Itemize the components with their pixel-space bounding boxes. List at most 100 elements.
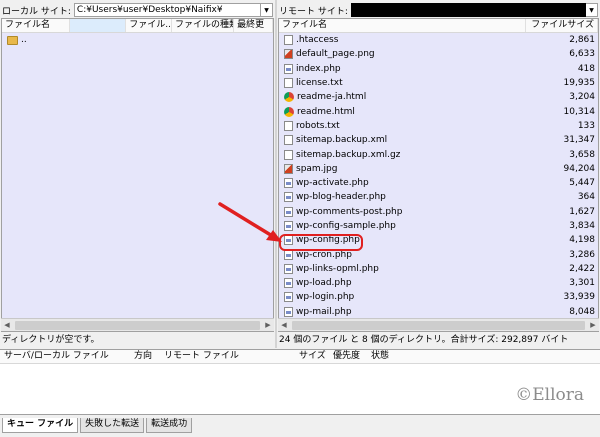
queue-tabs: キュー ファイル 失敗した転送 転送成功 (2, 418, 194, 433)
local-col-filename[interactable]: ファイル名 (2, 19, 70, 32)
remote-file-row[interactable]: readme.html 10,314 (279, 104, 598, 118)
php-icon (284, 249, 293, 260)
local-path-input[interactable]: C:¥Users¥user¥Desktop¥Naifix¥ (73, 3, 261, 17)
remote-file-name: wp-comments-post.php (279, 206, 526, 217)
php-icon (284, 178, 293, 189)
queue-col-direction[interactable]: 方向 (130, 350, 160, 363)
local-col-filesize[interactable]: ファイル... (126, 19, 172, 32)
remote-site-bar: リモート サイト: ▼ (279, 3, 598, 17)
remote-file-size: 2,861 (569, 35, 595, 46)
remote-file-row[interactable]: wp-mail.php 8,048 (279, 305, 598, 319)
remote-site-label: リモート サイト: (279, 6, 348, 17)
remote-file-label: wp-blog-header.php (296, 192, 386, 203)
queue-col-size[interactable]: サイズ (295, 350, 329, 363)
remote-file-label: default_page.png (296, 49, 375, 60)
doc-icon (284, 35, 293, 46)
remote-file-row[interactable]: wp-login.php 33,939 (279, 290, 598, 304)
doc-icon (284, 78, 293, 89)
remote-file-name: wp-links-opml.php (279, 263, 526, 274)
remote-file-name: wp-config-sample.php (279, 221, 526, 231)
remote-path-input[interactable] (350, 3, 586, 17)
local-list-header: ファイル名 ファイル... ファイルの種類 最終更 (2, 19, 273, 33)
remote-file-size: 4,198 (569, 235, 595, 246)
local-status: ディレクトリが空です。 (2, 335, 100, 345)
remote-file-label: wp-login.php (296, 292, 355, 303)
remote-file-list[interactable]: ファイル名 ファイルサイズ .htaccess 2,861 default_page… (278, 18, 599, 332)
remote-file-row[interactable]: sitemap.backup.xml.gz 3,658 (279, 147, 598, 161)
chevron-down-icon[interactable]: ▼ (586, 3, 598, 17)
queue-col-priority[interactable]: 優先度 (329, 350, 367, 363)
remote-file-row[interactable]: wp-load.php 3,301 (279, 276, 598, 290)
remote-file-size: 1,627 (569, 206, 595, 217)
remote-file-row[interactable]: wp-activate.php 5,447 (279, 176, 598, 190)
remote-list-header: ファイル名 ファイルサイズ (279, 19, 598, 33)
remote-file-label: wp-links-opml.php (296, 263, 379, 274)
scroll-right-icon[interactable]: ▶ (262, 321, 274, 329)
remote-file-row[interactable]: index.php 418 (279, 62, 598, 76)
chevron-down-icon[interactable]: ▼ (261, 3, 273, 17)
remote-file-size: 6,633 (569, 49, 595, 60)
red-arrow-annotation (218, 202, 282, 242)
local-col-blank[interactable] (69, 19, 127, 32)
remote-file-row[interactable]: wp-config-sample.php 3,834 (279, 219, 598, 233)
remote-hscrollbar[interactable]: ◀ ▶ (278, 318, 599, 331)
scroll-left-icon[interactable]: ◀ (278, 321, 290, 329)
remote-file-size: 10,314 (563, 106, 596, 117)
queue-col-remote-file[interactable]: リモート ファイル (160, 350, 295, 363)
remote-file-size: 33,939 (563, 292, 596, 303)
tab-failed-transfers[interactable]: 失敗した転送 (80, 418, 145, 433)
local-pane: ローカル サイト: C:¥Users¥user¥Desktop¥Naifix¥ … (0, 0, 275, 348)
remote-file-row[interactable]: sitemap.backup.xml 31,347 (279, 133, 598, 147)
remote-file-row[interactable]: robots.txt 133 (279, 119, 598, 133)
local-col-modified[interactable]: 最終更 (234, 19, 273, 32)
doc-icon (284, 149, 293, 160)
remote-file-label: wp-config-sample.php (296, 221, 396, 231)
tab-successful-transfers[interactable]: 転送成功 (146, 418, 193, 433)
remote-pane: リモート サイト: ▼ ファイル名 ファイルサイズ .htaccess 2,861… (277, 0, 600, 348)
remote-file-row[interactable]: wp-comments-post.php 1,627 (279, 205, 598, 219)
remote-file-size: 2,422 (569, 263, 595, 274)
php-icon (284, 306, 293, 317)
remote-file-row[interactable]: wp-links-opml.php 2,422 (279, 262, 598, 276)
scroll-right-icon[interactable]: ▶ (587, 321, 599, 329)
remote-file-size: 8,048 (569, 306, 595, 317)
scroll-thumb[interactable] (15, 320, 260, 330)
chrome-icon (284, 106, 294, 117)
remote-file-row[interactable]: readme-ja.html 3,204 (279, 90, 598, 104)
remote-file-name: wp-login.php (279, 292, 526, 303)
remote-file-size: 3,658 (569, 149, 595, 160)
php-icon (284, 278, 293, 289)
remote-file-label: index.php (296, 63, 341, 74)
remote-file-size: 133 (577, 120, 595, 131)
image-icon (284, 49, 293, 60)
local-col-filetype[interactable]: ファイルの種類 (172, 19, 235, 32)
php-icon (284, 63, 293, 74)
remote-file-name: robots.txt (279, 120, 526, 131)
local-hscrollbar[interactable]: ◀ ▶ (1, 318, 274, 331)
remote-file-row[interactable]: wp-blog-header.php 364 (279, 190, 598, 204)
remote-file-name: index.php (279, 63, 526, 74)
tab-queued-files[interactable]: キュー ファイル (2, 418, 79, 433)
remote-file-label: wp-activate.php (296, 178, 369, 189)
local-file-list[interactable]: ファイル名 ファイル... ファイルの種類 最終更 .. (1, 18, 274, 332)
remote-file-label: license.txt (296, 78, 343, 89)
remote-file-row[interactable]: default_page.png 6,633 (279, 47, 598, 61)
remote-col-filesize[interactable]: ファイルサイズ (526, 19, 598, 32)
remote-file-label: wp-comments-post.php (296, 206, 403, 217)
remote-file-name: spam.jpg (279, 163, 526, 174)
doc-icon (284, 135, 293, 146)
wp-config-highlight (279, 234, 363, 251)
remote-file-name: sitemap.backup.xml (279, 135, 526, 146)
local-file-row[interactable]: .. (2, 33, 273, 47)
remote-file-row[interactable]: .htaccess 2,861 (279, 33, 598, 47)
remote-file-row[interactable]: license.txt 19,935 (279, 76, 598, 90)
image-icon (284, 163, 293, 174)
scroll-thumb[interactable] (292, 320, 585, 330)
transfer-queue[interactable]: サーバ/ローカル ファイル 方向 リモート ファイル サイズ 優先度 状態 ©E… (0, 349, 600, 415)
remote-file-row[interactable]: spam.jpg 94,204 (279, 162, 598, 176)
scroll-left-icon[interactable]: ◀ (1, 321, 13, 329)
remote-col-filename[interactable]: ファイル名 (279, 19, 526, 32)
remote-file-label: wp-mail.php (296, 306, 352, 317)
queue-col-local-file[interactable]: サーバ/ローカル ファイル (0, 350, 130, 363)
queue-col-status[interactable]: 状態 (367, 350, 407, 363)
